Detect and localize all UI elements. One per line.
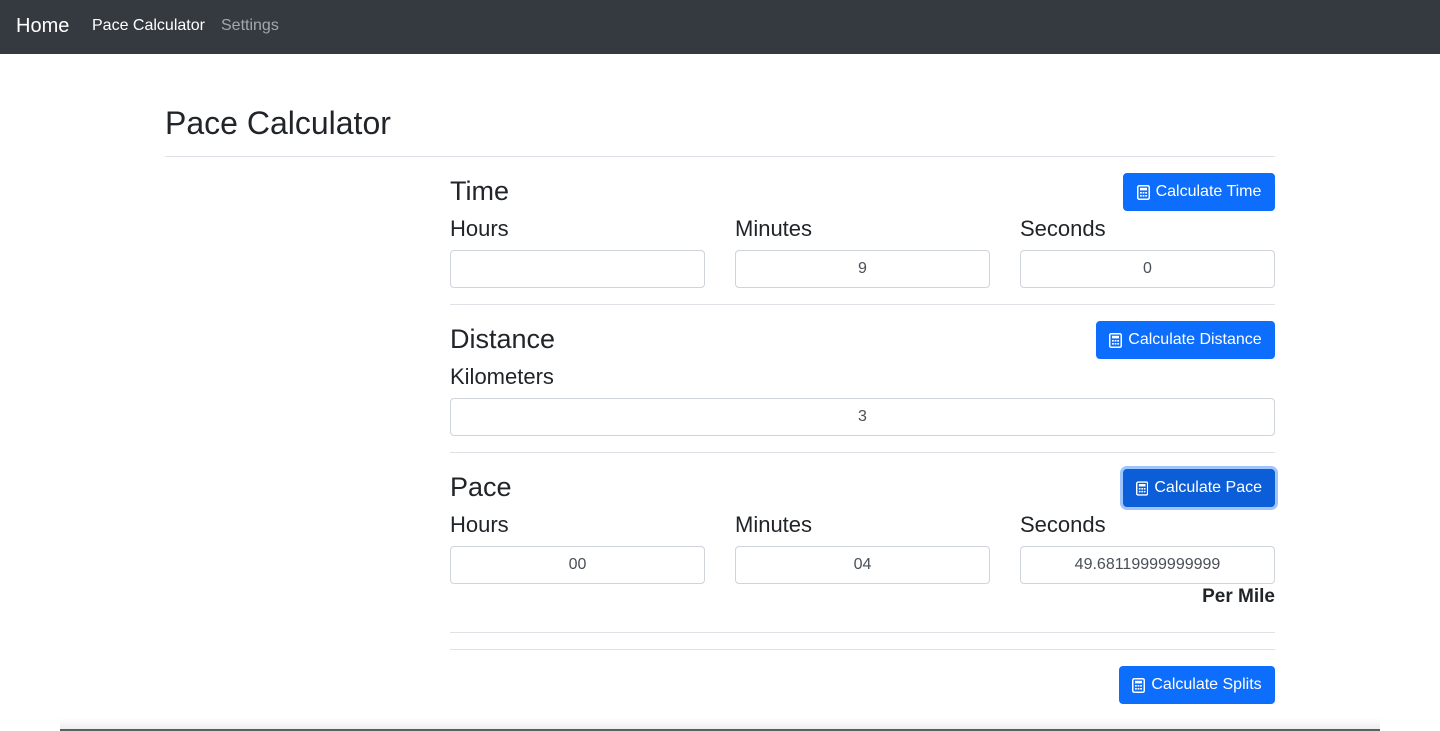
pace-seconds-input[interactable] <box>1020 546 1275 584</box>
calculate-distance-button[interactable]: Calculate Distance <box>1096 321 1275 359</box>
calculate-pace-button[interactable]: Calculate Pace <box>1123 469 1275 507</box>
splits-divider <box>450 649 1275 650</box>
distance-unit-label: Kilometers <box>450 364 554 389</box>
calculate-time-label: Calculate Time <box>1155 183 1262 200</box>
calculate-time-button[interactable]: Calculate Time <box>1123 173 1275 211</box>
pace-minutes-input[interactable] <box>735 546 990 584</box>
pace-section-title: Pace <box>450 472 512 502</box>
time-minutes-label: Minutes <box>735 216 813 241</box>
distance-input[interactable] <box>450 398 1275 436</box>
calculate-distance-label: Calculate Distance <box>1128 331 1262 348</box>
time-minutes-input[interactable] <box>735 250 990 288</box>
time-seconds-input[interactable] <box>1020 250 1275 288</box>
top-navbar: Home Pace Calculator Settings <box>0 0 1440 54</box>
time-divider <box>450 304 1275 305</box>
time-hours-label: Hours <box>450 216 509 241</box>
calculate-pace-label: Calculate Pace <box>1154 479 1262 496</box>
calculate-splits-label: Calculate Splits <box>1151 676 1262 693</box>
calculate-splits-button[interactable]: Calculate Splits <box>1119 666 1275 704</box>
title-divider <box>165 156 1275 157</box>
pace-hours-label: Hours <box>450 512 509 537</box>
pace-per-unit-label: Per Mile <box>1202 586 1275 607</box>
pace-minutes-label: Minutes <box>735 512 813 537</box>
bottom-shadow <box>60 718 1380 731</box>
calculator-icon <box>1137 185 1150 200</box>
pace-hours-input[interactable] <box>450 546 705 584</box>
distance-divider <box>450 452 1275 453</box>
pace-seconds-label: Seconds <box>1020 512 1106 537</box>
home-link[interactable]: Home <box>16 14 69 38</box>
time-seconds-label: Seconds <box>1020 216 1106 241</box>
calculator-icon <box>1132 678 1145 693</box>
calculator-icon <box>1109 333 1122 348</box>
distance-section-title: Distance <box>450 324 556 354</box>
nav-link-pace-calculator[interactable]: Pace Calculator <box>92 16 205 36</box>
time-section-title: Time <box>450 176 509 206</box>
nav-link-settings[interactable]: Settings <box>221 16 279 36</box>
page-title: Pace Calculator <box>165 105 391 141</box>
pace-divider <box>450 632 1275 633</box>
time-hours-input[interactable] <box>450 250 705 288</box>
calculator-icon <box>1136 481 1148 496</box>
